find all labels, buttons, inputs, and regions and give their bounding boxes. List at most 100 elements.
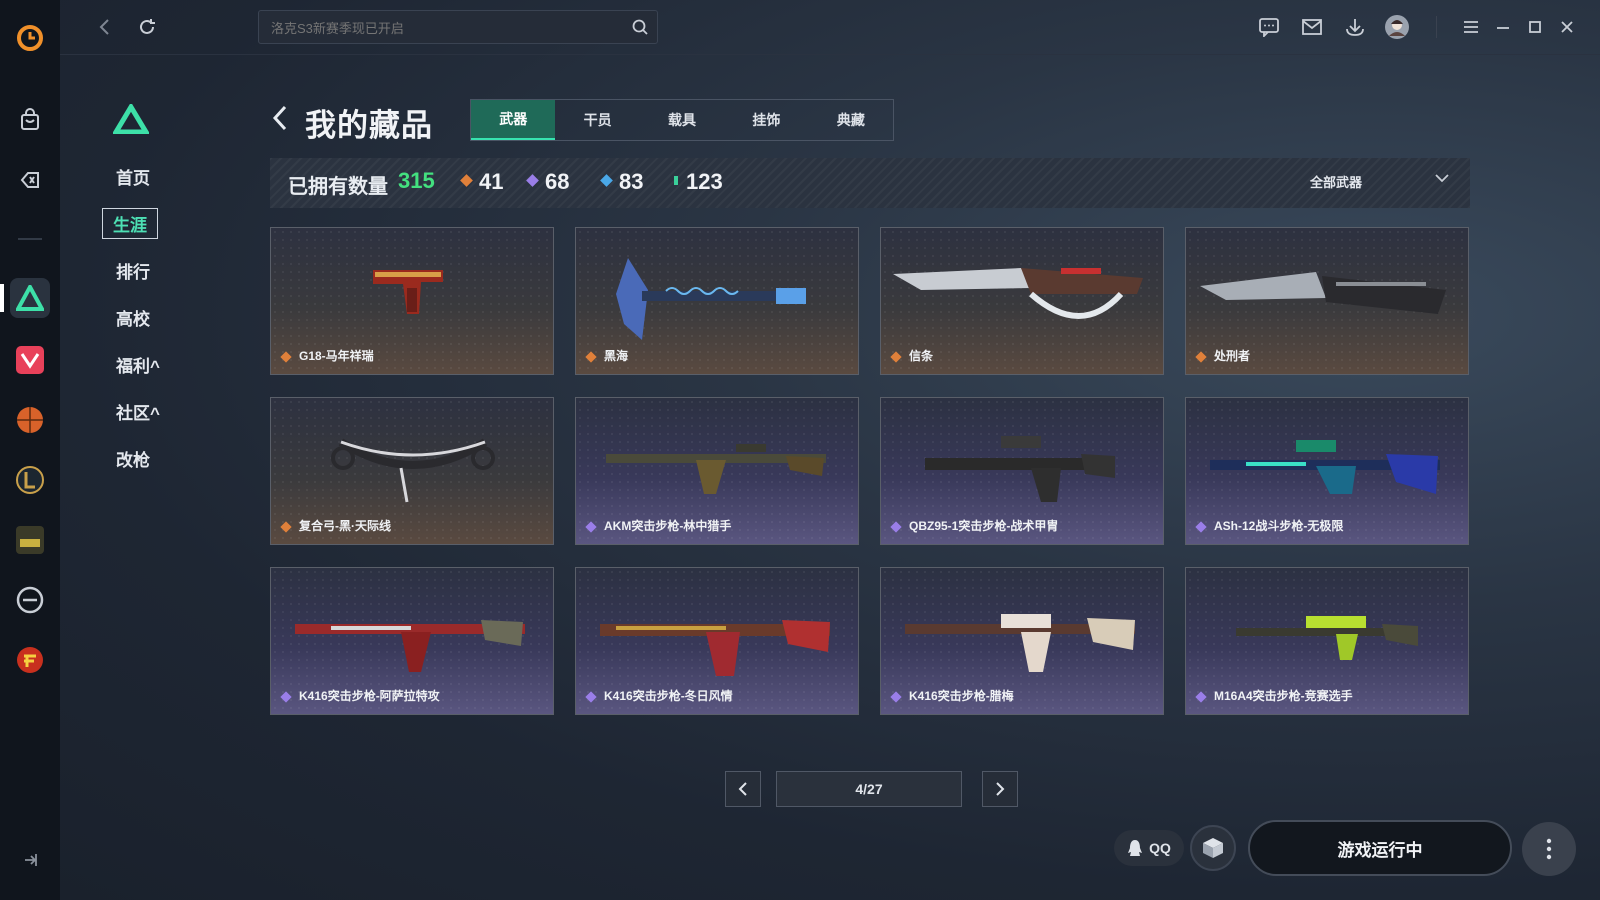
basketball-game-icon[interactable] [10, 400, 50, 440]
item-card[interactable]: K416突击步枪-冬日风情 [575, 567, 859, 715]
stats-bar: 已拥有数量 315 41 68 83 123 全部武器 [270, 158, 1470, 208]
call-of-duty-game-icon[interactable] [10, 520, 50, 560]
shooter-game-icon[interactable] [10, 580, 50, 620]
top-bar [60, 0, 1600, 55]
tab-collection[interactable]: 典藏 [809, 100, 893, 140]
qq-label: QQ [1149, 840, 1171, 856]
rifle-icon [905, 614, 1135, 672]
chevron-right-icon [996, 782, 1005, 796]
app-logo-icon[interactable] [10, 18, 50, 58]
more-vertical-icon [1546, 838, 1552, 860]
maximize-icon[interactable] [1522, 14, 1548, 40]
item-card[interactable]: 信条 [880, 227, 1164, 375]
item-name: 黑海 [604, 349, 629, 363]
collapse-sidebar-icon[interactable] [10, 840, 50, 880]
minimize-icon[interactable] [1490, 14, 1516, 40]
game-running-button[interactable]: 游戏运行中 [1248, 820, 1512, 876]
tab-weapons[interactable]: 武器 [471, 100, 556, 140]
rifle-icon [1210, 440, 1440, 494]
avatar[interactable] [1384, 14, 1410, 40]
item-card[interactable]: M16A4突击步枪-竞赛选手 [1185, 567, 1469, 715]
rifle-icon [1236, 616, 1418, 660]
search-input[interactable] [269, 11, 613, 45]
download-icon[interactable] [1342, 14, 1368, 40]
rail-active-marker [0, 284, 4, 312]
close-icon[interactable] [1554, 14, 1580, 40]
item-name: K416突击步枪-腊梅 [909, 689, 1014, 703]
weapon-filter-dropdown[interactable]: 全部武器 [1310, 172, 1450, 191]
nav-item-community[interactable]: 社区^ [116, 399, 160, 424]
item-card[interactable]: G18-马年祥瑞 [270, 227, 554, 375]
tab-operators[interactable]: 干员 [555, 100, 639, 140]
tag-icon[interactable] [10, 160, 50, 200]
store-bag-icon[interactable] [10, 100, 50, 140]
item-card[interactable]: K416突击步枪-腊梅 [880, 567, 1164, 715]
delta-force-game-icon[interactable] [10, 278, 50, 318]
purple-gem-icon [526, 174, 539, 187]
orange-gem-icon [460, 174, 473, 187]
nav-item-career[interactable]: 生涯 [102, 208, 158, 239]
rifle-icon [600, 620, 830, 676]
tab-charms[interactable]: 挂饰 [724, 100, 808, 140]
item-name: M16A4突击步枪-竞赛选手 [1214, 689, 1353, 703]
cube-button[interactable] [1190, 825, 1236, 871]
filter-label: 全部武器 [1310, 175, 1363, 190]
item-name: K416突击步枪-阿萨拉特攻 [299, 689, 440, 703]
rarity-count-blue: 83 [600, 169, 643, 195]
owned-count: 315 [398, 168, 435, 193]
mail-icon[interactable] [1299, 14, 1325, 40]
crossfire-game-icon[interactable] [10, 640, 50, 680]
item-card[interactable]: 处刑者 [1185, 227, 1469, 375]
topbar-divider [1436, 16, 1437, 38]
back-arrow-icon[interactable] [92, 14, 118, 40]
qq-button[interactable]: QQ [1114, 830, 1184, 866]
search-icon[interactable] [631, 18, 649, 41]
chat-icon[interactable] [1256, 14, 1282, 40]
compound-bow-icon [331, 438, 495, 503]
knife-icon [1200, 272, 1446, 314]
cube-icon [1203, 838, 1223, 858]
refresh-icon[interactable] [134, 14, 160, 40]
tab-vehicles[interactable]: 载具 [640, 100, 724, 140]
item-card[interactable]: QBZ95-1突击步枪-战术甲胄 [880, 397, 1164, 545]
rarity-count-purple: 68 [526, 169, 569, 195]
rifle-icon [295, 620, 525, 672]
nav-item-gun-mod[interactable]: 改枪 [116, 446, 150, 471]
item-card[interactable]: 复合弓-黑·天际线 [270, 397, 554, 545]
nav-item-benefits[interactable]: 福利^ [116, 352, 160, 377]
nav-item-home[interactable]: 首页 [116, 164, 150, 189]
item-card[interactable]: ASh-12战斗步枪-无极限 [1185, 397, 1469, 545]
menu-icon[interactable] [1458, 14, 1484, 40]
item-name: 处刑者 [1214, 349, 1251, 363]
knife-icon [893, 268, 1143, 319]
next-page-button[interactable] [982, 771, 1018, 807]
search-box[interactable] [258, 10, 658, 45]
item-name: 复合弓-黑·天际线 [299, 519, 391, 533]
chevron-left-icon [738, 782, 747, 796]
nav-item-ranking[interactable]: 排行 [116, 258, 150, 283]
qq-penguin-icon [1127, 839, 1143, 857]
rarity-count-orange: 41 [460, 169, 503, 195]
valorant-game-icon[interactable] [10, 340, 50, 380]
green-gem-icon [674, 176, 678, 185]
rail-divider [18, 238, 42, 240]
category-tabs: 武器 干员 载具 挂饰 典藏 [470, 99, 894, 141]
item-card[interactable]: 黑海 [575, 227, 859, 375]
delta-force-logo-icon [111, 102, 151, 139]
item-card[interactable]: AKM突击步枪-林中猎手 [575, 397, 859, 545]
item-card[interactable]: K416突击步枪-阿萨拉特攻 [270, 567, 554, 715]
item-name: K416突击步枪-冬日风情 [604, 689, 733, 703]
title-back-icon[interactable] [270, 104, 290, 137]
item-name: G18-马年祥瑞 [299, 349, 374, 363]
rifle-icon [606, 444, 826, 494]
league-game-icon[interactable] [10, 460, 50, 500]
chevron-down-icon [1434, 170, 1450, 189]
page-title: 我的藏品 [305, 108, 433, 143]
nav-item-college[interactable]: 高校 [116, 305, 150, 330]
prev-page-button[interactable] [725, 771, 761, 807]
blue-gem-icon [600, 174, 613, 187]
pistol-icon [373, 270, 443, 314]
more-options-button[interactable] [1522, 822, 1576, 876]
item-name: 信条 [909, 349, 934, 363]
item-name: QBZ95-1突击步枪-战术甲胄 [909, 519, 1059, 533]
